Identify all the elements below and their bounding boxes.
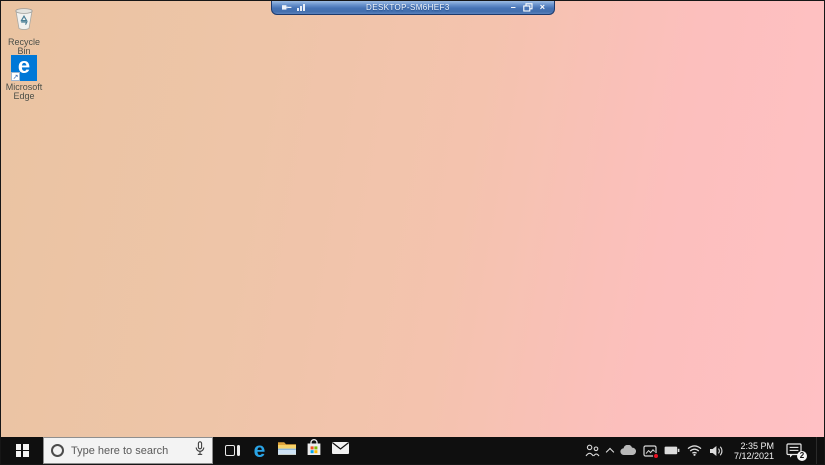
- connection-quality-icon[interactable]: [297, 4, 305, 11]
- desktop-icon-recycle-bin[interactable]: Recycle Bin: [1, 7, 47, 56]
- wifi-icon[interactable]: [687, 445, 702, 456]
- shortcut-arrow-icon: ↗: [11, 72, 20, 81]
- rdp-close-button[interactable]: ×: [540, 3, 545, 12]
- file-explorer-icon: [277, 440, 297, 461]
- start-button[interactable]: [1, 437, 43, 464]
- rdp-minimize-button[interactable]: –: [511, 3, 516, 12]
- notification-count-badge: 2: [797, 451, 807, 461]
- desktop-icon-label: Microsoft Edge: [1, 83, 47, 101]
- volume-icon[interactable]: [709, 445, 724, 457]
- taskbar-store-button[interactable]: [300, 437, 327, 464]
- taskbar-file-explorer-button[interactable]: [273, 437, 300, 464]
- taskbar: Type here to search e: [1, 437, 824, 464]
- edge-icon: e: [254, 441, 266, 461]
- desktop-icon-microsoft-edge[interactable]: e ↗ Microsoft Edge: [1, 55, 47, 101]
- taskbar-clock[interactable]: 2:35 PM 7/12/2021: [734, 441, 774, 461]
- cortana-icon: [51, 444, 64, 457]
- show-hidden-icons-button[interactable]: [607, 446, 613, 455]
- search-placeholder: Type here to search: [71, 445, 188, 457]
- windows-logo-icon: [16, 444, 29, 457]
- mail-icon: [331, 441, 350, 460]
- screenshot-frame: DESKTOP-SM6HEF3 – × Recycle Bin: [0, 0, 825, 465]
- task-view-icon: [225, 445, 240, 456]
- recycle-bin-icon: [1, 7, 47, 36]
- task-view-button[interactable]: [219, 437, 246, 464]
- chevron-up-icon: [606, 448, 614, 456]
- show-desktop-button[interactable]: [816, 437, 821, 464]
- clock-time: 2:35 PM: [740, 441, 774, 451]
- alert-badge: [653, 453, 659, 459]
- clock-date: 7/12/2021: [734, 451, 774, 461]
- pin-icon[interactable]: [281, 0, 292, 17]
- edge-logo-icon: e ↗: [11, 55, 37, 81]
- desktop-wallpaper: DESKTOP-SM6HEF3 – × Recycle Bin: [1, 1, 824, 437]
- battery-icon[interactable]: [664, 446, 680, 455]
- rdp-session-title: DESKTOP-SM6HEF3: [305, 3, 511, 12]
- taskbar-search-box[interactable]: Type here to search: [43, 437, 213, 464]
- onedrive-cloud-icon[interactable]: [620, 445, 636, 456]
- rdp-restore-button[interactable]: [523, 0, 533, 17]
- system-tray: 2:35 PM 7/12/2021 2: [585, 437, 824, 464]
- microphone-icon[interactable]: [195, 441, 205, 461]
- taskbar-edge-button[interactable]: e: [246, 437, 273, 464]
- rdp-connection-bar[interactable]: DESKTOP-SM6HEF3 – ×: [271, 1, 555, 15]
- action-center-button[interactable]: 2: [786, 443, 803, 458]
- security-status-icon[interactable]: [643, 445, 657, 457]
- taskbar-mail-button[interactable]: [327, 437, 354, 464]
- microsoft-store-icon: [305, 439, 323, 462]
- people-icon[interactable]: [585, 444, 600, 457]
